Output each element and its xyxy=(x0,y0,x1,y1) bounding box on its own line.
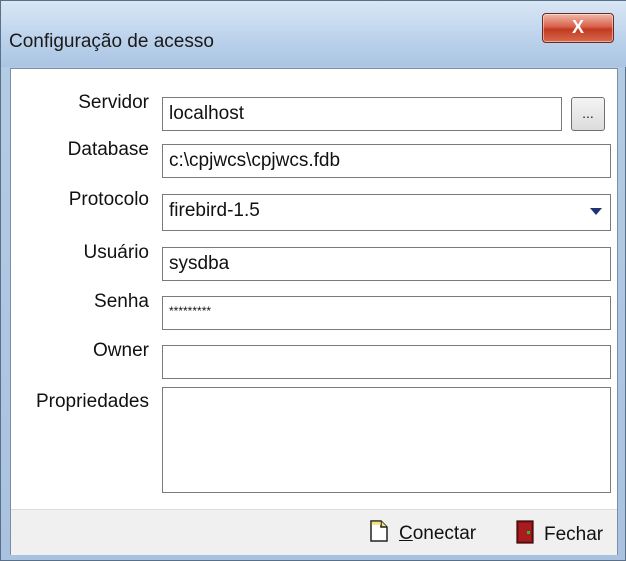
conectar-label: onectar xyxy=(412,523,477,544)
senha-input[interactable]: ********* xyxy=(162,296,611,330)
close-icon: X xyxy=(571,17,584,37)
window-title: Configuração de acesso xyxy=(9,31,214,52)
protocolo-select[interactable]: firebird-1.5 xyxy=(162,194,611,231)
usuario-label: Usuário xyxy=(83,242,149,263)
owner-label: Owner xyxy=(93,340,149,361)
new-document-icon xyxy=(369,520,389,548)
fechar-label: Fechar xyxy=(544,524,604,545)
owner-input[interactable] xyxy=(162,345,611,379)
action-bar: Conectar Fechar xyxy=(11,509,617,555)
conectar-access-key: C xyxy=(399,523,413,544)
database-label: Database xyxy=(67,139,149,160)
servidor-input[interactable]: localhost xyxy=(162,97,562,131)
fechar-button[interactable]: Fechar xyxy=(516,520,603,550)
browse-server-button[interactable]: ... xyxy=(571,97,605,131)
servidor-label: Servidor xyxy=(78,92,149,113)
protocolo-value: firebird-1.5 xyxy=(169,200,260,221)
exit-door-icon xyxy=(516,520,534,550)
propriedades-label: Propriedades xyxy=(35,391,149,412)
protocolo-label: Protocolo xyxy=(68,189,149,210)
chevron-down-icon[interactable] xyxy=(590,208,602,215)
form-panel: Servidor localhost ... Database c:\cpjwc… xyxy=(10,68,618,555)
usuario-input[interactable]: sysdba xyxy=(162,247,611,281)
title-bar[interactable]: Configuração de acesso X xyxy=(1,1,626,67)
database-input[interactable]: c:\cpjwcs\cpjwcs.fdb xyxy=(162,144,611,178)
close-button[interactable]: X xyxy=(542,13,614,43)
conectar-button[interactable]: Conectar xyxy=(369,520,476,548)
senha-label: Senha xyxy=(94,291,149,312)
dialog-window: Configuração de acesso X Servidor localh… xyxy=(0,0,626,561)
propriedades-textarea[interactable] xyxy=(162,387,611,493)
